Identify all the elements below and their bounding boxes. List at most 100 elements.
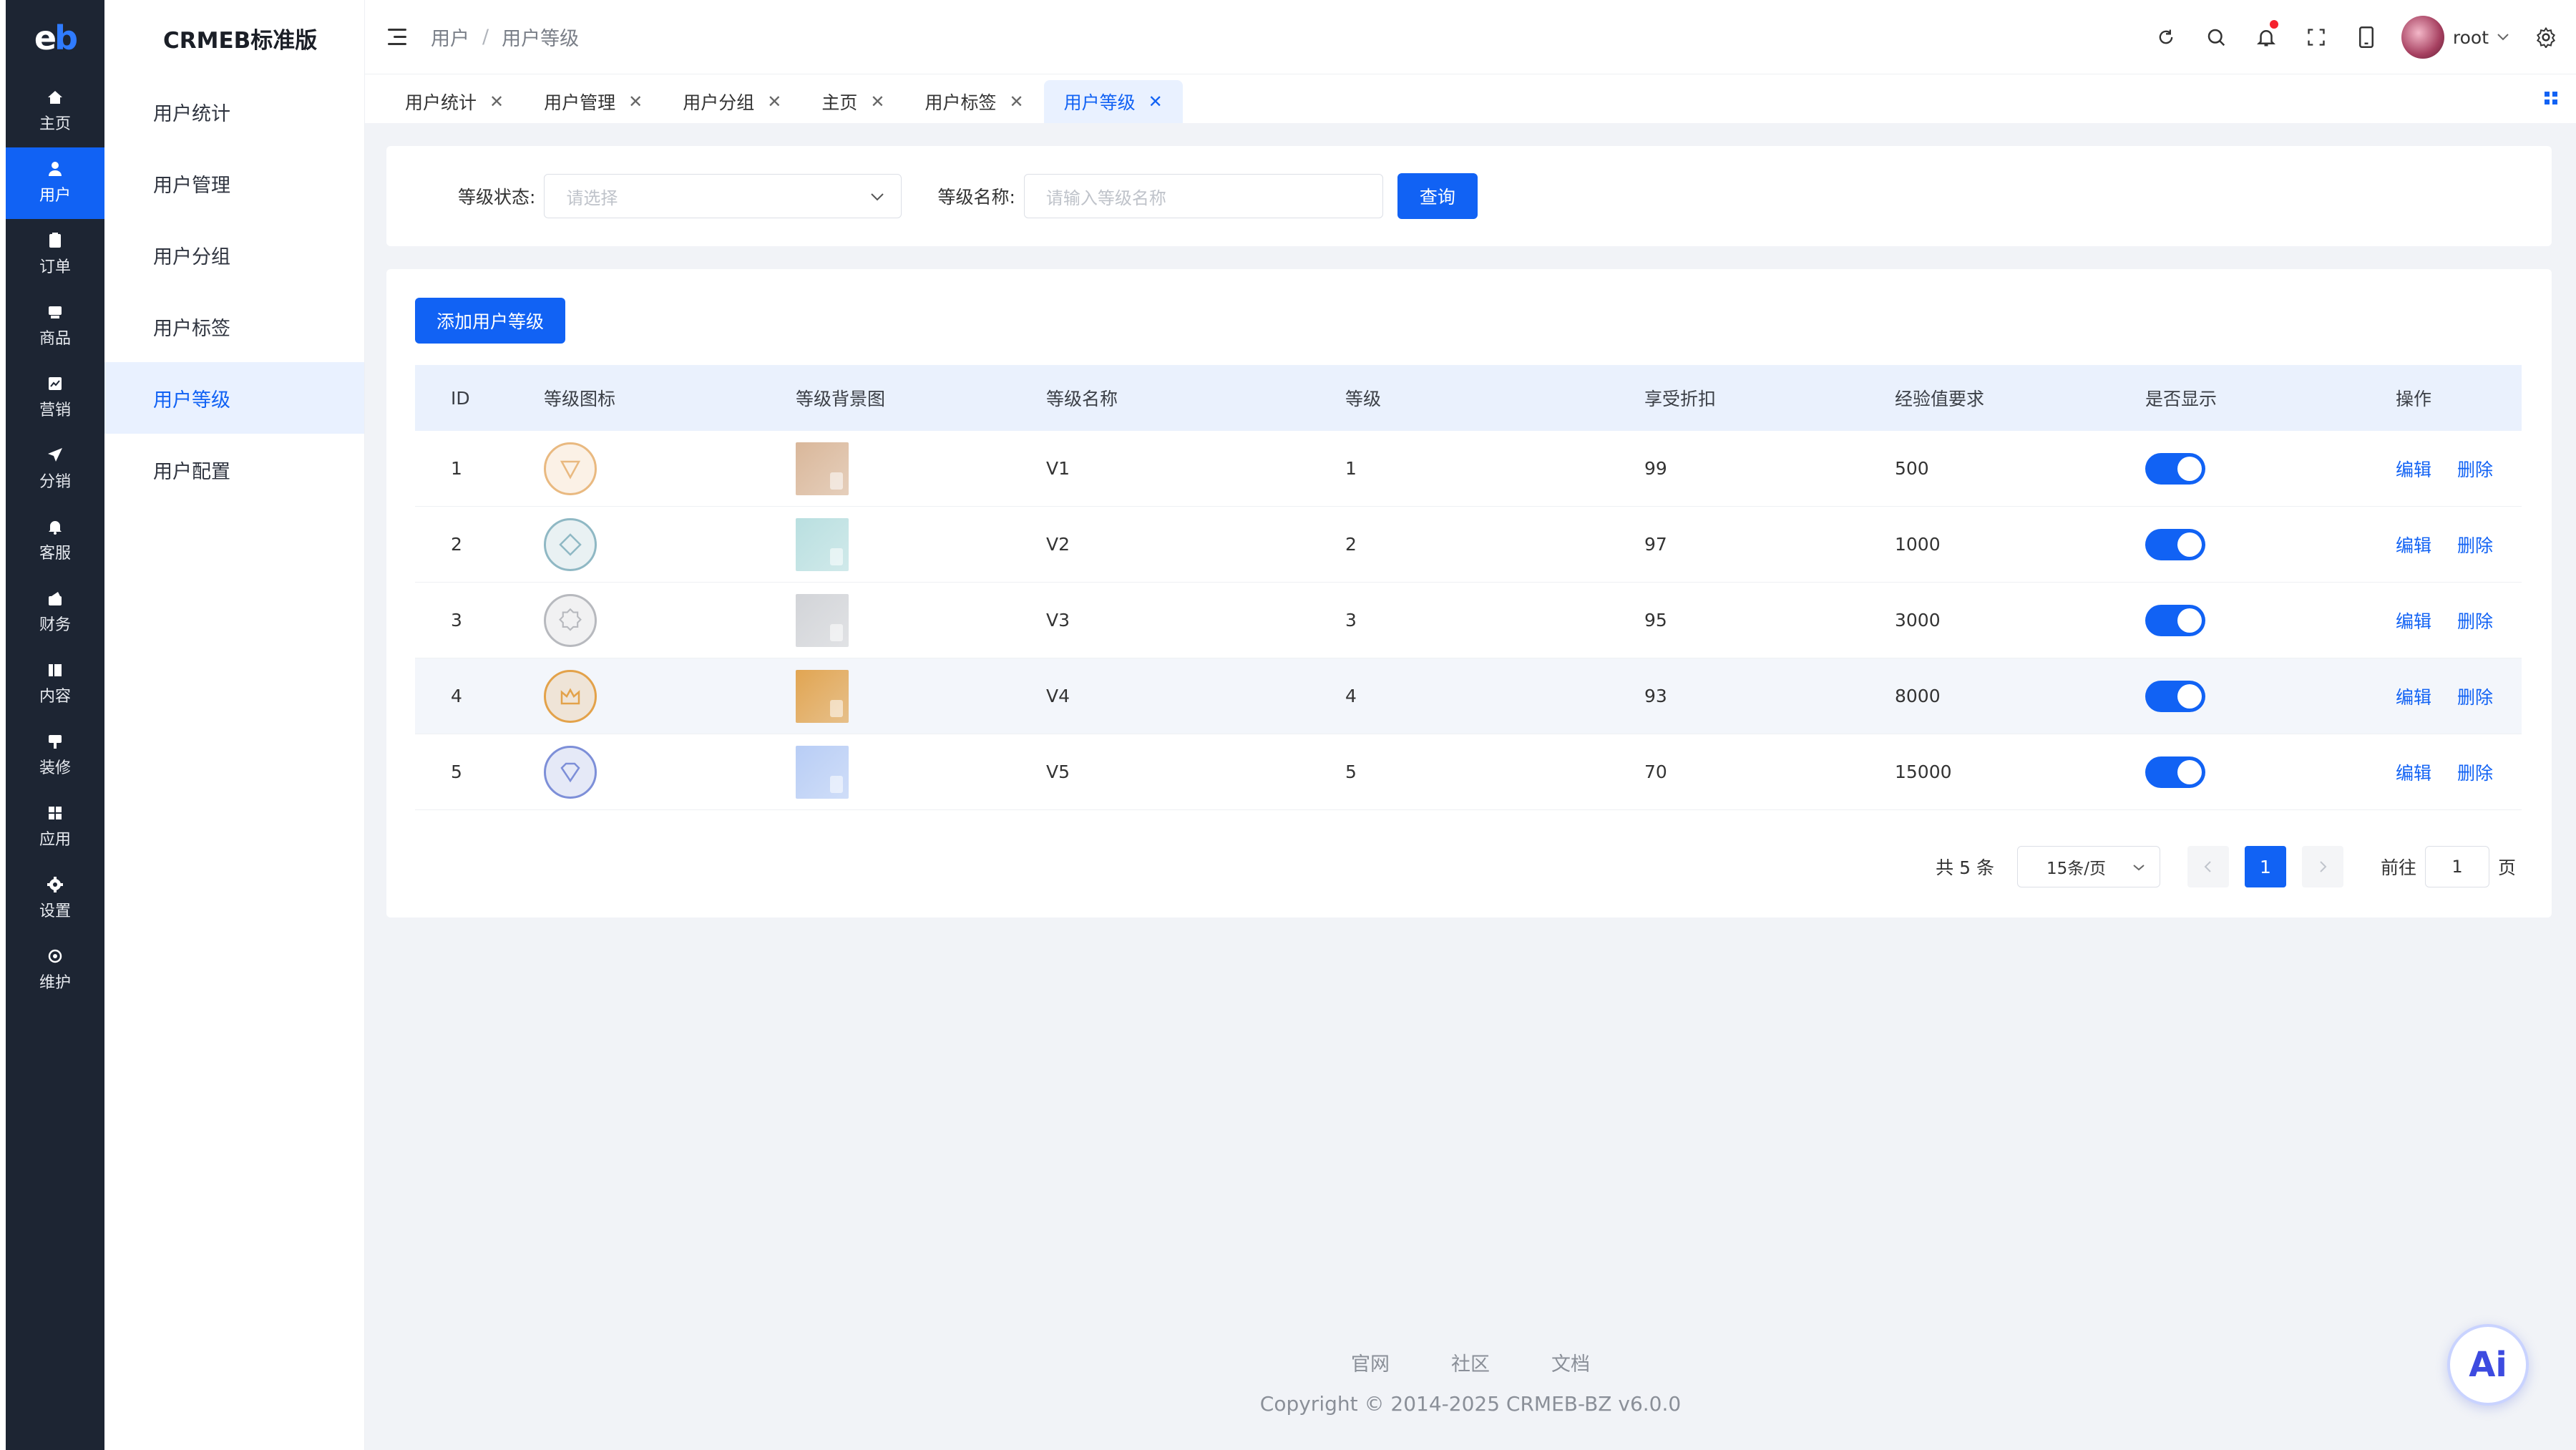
rail-item-7[interactable]: 财务	[6, 577, 104, 648]
status-select[interactable]: 请选择	[544, 174, 902, 218]
prev-page-button[interactable]	[2187, 846, 2229, 887]
edit-link[interactable]: 编辑	[2396, 456, 2431, 482]
col-level: 等级	[1345, 389, 1382, 409]
tab-5[interactable]: 用户等级 ✕	[1043, 80, 1183, 123]
query-button[interactable]: 查询	[1397, 173, 1478, 219]
tab-label: 用户等级	[1063, 92, 1136, 113]
close-icon[interactable]: ✕	[489, 92, 504, 112]
show-toggle[interactable]	[2145, 604, 2205, 636]
finance-icon	[46, 590, 64, 606]
settings-gear-icon[interactable]	[2532, 0, 2560, 74]
footer-link-official[interactable]: 官网	[1351, 1348, 1390, 1376]
delete-link[interactable]: 删除	[2457, 456, 2493, 482]
close-icon[interactable]: ✕	[767, 92, 781, 112]
cell-id: 5	[451, 762, 462, 782]
tabs-bar: 用户统计 ✕ 用户管理 ✕ 用户分组 ✕ 主页 ✕ 用户标签 ✕ 用户等级 ✕	[365, 74, 2576, 123]
level-name-input[interactable]: 请输入等级名称	[1023, 174, 1383, 218]
cell-name: V4	[1046, 686, 1070, 706]
rail-item-4[interactable]: 营销	[6, 362, 104, 434]
tab-0[interactable]: 用户统计 ✕	[385, 80, 524, 123]
delete-link[interactable]: 删除	[2457, 759, 2493, 785]
tab-3[interactable]: 主页 ✕	[801, 80, 904, 123]
user-name[interactable]: root	[2453, 27, 2489, 48]
cell-exp: 1000	[1895, 534, 1941, 555]
level-background-image[interactable]	[796, 669, 849, 723]
search-icon[interactable]	[2191, 0, 2241, 74]
col-id: ID	[451, 387, 470, 409]
rail-item-10[interactable]: 应用	[6, 792, 104, 863]
close-icon[interactable]: ✕	[870, 92, 884, 112]
show-toggle[interactable]	[2145, 680, 2205, 712]
edit-link[interactable]: 编辑	[2396, 759, 2431, 785]
user-icon	[46, 161, 64, 177]
app-logo[interactable]: eb	[6, 0, 104, 76]
fullscreen-icon[interactable]	[2291, 0, 2341, 74]
ai-assistant-button[interactable]: Ai	[2447, 1324, 2529, 1406]
subnav-item-5[interactable]: 用户配置	[104, 434, 364, 505]
level-badge-icon	[544, 669, 597, 723]
level-background-image[interactable]	[796, 593, 849, 647]
mobile-preview-icon[interactable]	[2341, 0, 2391, 74]
avatar[interactable]	[2401, 16, 2444, 59]
chevron-down-icon[interactable]	[2496, 31, 2510, 44]
next-page-button[interactable]	[2301, 846, 2343, 887]
edit-link[interactable]: 编辑	[2396, 532, 2431, 558]
rail-item-label: 设置	[39, 902, 71, 920]
tab-1[interactable]: 用户管理 ✕	[524, 80, 663, 123]
close-icon[interactable]: ✕	[1010, 92, 1024, 112]
chevron-down-icon	[869, 186, 885, 206]
page-suffix: 页	[2497, 857, 2516, 878]
ai-label: Ai	[2469, 1345, 2507, 1385]
tabs-menu-grid-icon[interactable]	[2543, 90, 2559, 109]
rail-item-3[interactable]: 商品	[6, 291, 104, 362]
edit-link[interactable]: 编辑	[2396, 608, 2431, 633]
show-toggle[interactable]	[2145, 452, 2205, 485]
delete-link[interactable]: 删除	[2457, 683, 2493, 709]
rail-item-9[interactable]: 装修	[6, 720, 104, 792]
cell-exp: 15000	[1895, 762, 1952, 782]
edit-link[interactable]: 编辑	[2396, 683, 2431, 709]
cell-id: 2	[451, 534, 462, 555]
level-background-image[interactable]	[796, 745, 849, 799]
level-background-image[interactable]	[796, 517, 849, 571]
show-toggle[interactable]	[2145, 528, 2205, 560]
footer-link-docs[interactable]: 文档	[1551, 1348, 1590, 1376]
service-bell-icon	[46, 519, 64, 535]
tab-2[interactable]: 用户分组 ✕	[663, 80, 801, 123]
rail-item-8[interactable]: 内容	[6, 648, 104, 720]
goto-page-input[interactable]: 1	[2424, 846, 2489, 887]
notification-bell-icon[interactable]	[2241, 0, 2291, 74]
rail-item-1[interactable]: 用户	[6, 147, 104, 219]
rail-item-0[interactable]: 主页	[6, 76, 104, 147]
add-user-level-button[interactable]: 添加用户等级	[415, 298, 565, 344]
subnav-item-0[interactable]: 用户统计	[104, 76, 364, 147]
refresh-icon[interactable]	[2141, 0, 2191, 74]
footer-link-community[interactable]: 社区	[1451, 1348, 1490, 1376]
rail-item-11[interactable]: 设置	[6, 863, 104, 935]
level-background-image[interactable]	[796, 442, 849, 495]
subnav-item-4[interactable]: 用户等级	[104, 362, 364, 434]
cell-level: 5	[1345, 762, 1357, 782]
page-size-select[interactable]: 15条/页	[2016, 846, 2160, 887]
subnav-item-1[interactable]: 用户管理	[104, 147, 364, 219]
cell-level: 2	[1345, 534, 1357, 555]
delete-link[interactable]: 删除	[2457, 608, 2493, 633]
close-icon[interactable]: ✕	[1148, 92, 1163, 112]
page-number-current[interactable]: 1	[2244, 846, 2286, 887]
subnav-item-2[interactable]: 用户分组	[104, 219, 364, 291]
breadcrumb-parent[interactable]: 用户	[431, 23, 469, 51]
rail-item-6[interactable]: 客服	[6, 505, 104, 577]
rail-item-5[interactable]: 分销	[6, 434, 104, 505]
show-toggle[interactable]	[2145, 756, 2205, 788]
subnav-item-3[interactable]: 用户标签	[104, 291, 364, 362]
close-icon[interactable]: ✕	[628, 92, 643, 112]
tab-4[interactable]: 用户标签 ✕	[905, 80, 1044, 123]
rail-item-12[interactable]: 维护	[6, 935, 104, 1006]
main-rail: eb 主页 用户 订单 商品 营销 分销 客服 财务 内容 装修 应用设置维护	[6, 0, 104, 1450]
delete-link[interactable]: 删除	[2457, 532, 2493, 558]
cell-exp: 500	[1895, 458, 1929, 479]
rail-item-2[interactable]: 订单	[6, 219, 104, 291]
menu-toggle-icon[interactable]	[388, 27, 412, 47]
cell-name: V1	[1046, 458, 1070, 479]
table-header: ID 等级图标 等级背景图 等级名称 等级 享受折扣 经验值要求 是否显示 操作	[415, 365, 2522, 431]
